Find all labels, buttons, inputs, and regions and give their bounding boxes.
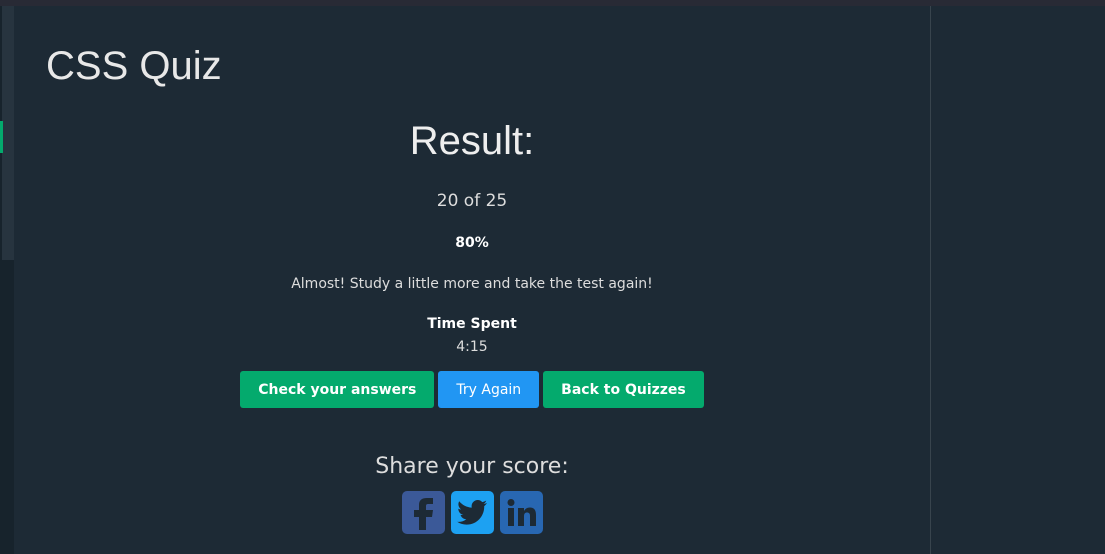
twitter-glyph (457, 499, 487, 525)
left-active-indicator (0, 121, 3, 153)
right-pane (931, 6, 1105, 554)
page-title: CSS Quiz (46, 44, 222, 88)
score-percent: 80% (455, 235, 489, 251)
time-spent-label: Time Spent (427, 316, 517, 332)
linkedin-glyph (507, 498, 536, 526)
result-actions: Check your answers Try Again Back to Qui… (14, 371, 930, 408)
back-to-quizzes-button[interactable]: Back to Quizzes (543, 371, 704, 408)
try-again-button[interactable]: Try Again (438, 371, 540, 408)
time-spent-value: 4:15 (456, 339, 488, 355)
result-heading: Result: (409, 119, 535, 163)
facebook-icon[interactable] (401, 491, 445, 534)
result-message: Almost! Study a little more and take the… (291, 276, 653, 292)
left-scrollbar[interactable] (2, 6, 14, 260)
score-text: 20 of 25 (436, 191, 508, 211)
quiz-result-panel: CSS Quiz Result: 20 of 25 80% Almost! St… (14, 6, 930, 554)
twitter-icon[interactable] (450, 491, 494, 534)
facebook-glyph (414, 497, 433, 530)
share-title: Share your score: (375, 454, 569, 479)
check-answers-button[interactable]: Check your answers (240, 371, 435, 408)
linkedin-icon[interactable] (499, 491, 543, 534)
share-icons (14, 491, 930, 534)
